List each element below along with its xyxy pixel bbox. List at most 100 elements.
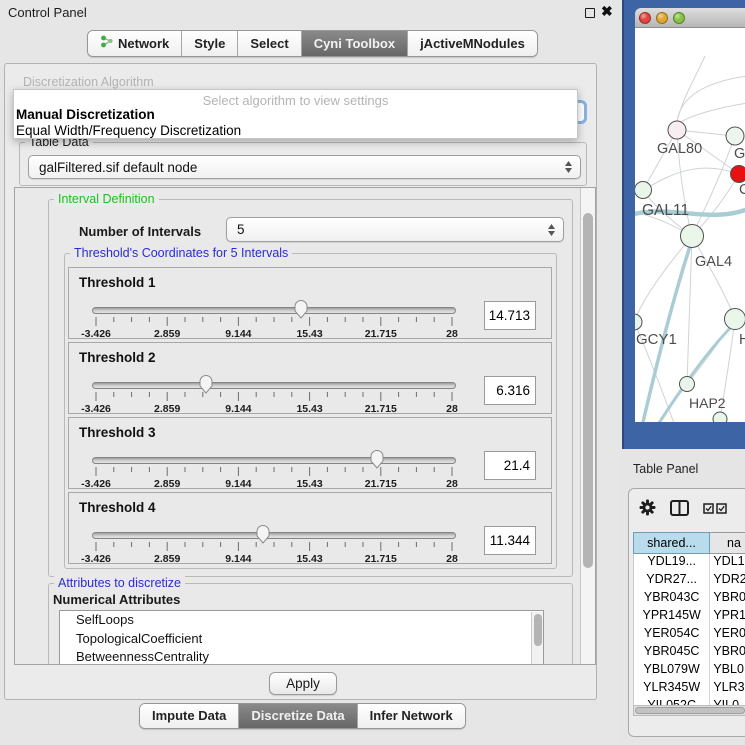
tab-impute-data[interactable]: Impute Data [140, 704, 239, 728]
network-node[interactable] [680, 377, 695, 392]
tab-cyni-toolbox[interactable]: Cyni Toolbox [302, 31, 408, 56]
cell-shared-name[interactable]: YBL079W [634, 662, 710, 680]
threshold-slider-thumb[interactable] [255, 524, 271, 544]
svg-text:28: 28 [446, 553, 458, 565]
network-node[interactable] [725, 309, 745, 330]
threshold-slider-track[interactable] [92, 532, 456, 539]
cell-name[interactable]: YBL0 [710, 662, 745, 680]
network-node[interactable] [731, 166, 745, 183]
column-header-name[interactable]: na [710, 532, 745, 554]
numerical-attributes-list[interactable]: SelfLoopsTopologicalCoefficientBetweenne… [59, 610, 544, 665]
dropdown-option-equal-width[interactable]: Equal Width/Frequency Discretization [16, 123, 241, 138]
attributes-scrollbar[interactable] [531, 612, 543, 665]
top-tab-bar: NetworkStyleSelect Cyni Toolbox jActiveMNo… [87, 30, 538, 57]
threshold-slider-track[interactable] [92, 457, 456, 464]
threshold-panel: Threshold 4-3.4262.8599.14415.4321.71528… [68, 492, 552, 564]
interval-definition-group: Interval Definition Number of Intervals … [48, 199, 573, 577]
svg-text:9.144: 9.144 [225, 403, 251, 415]
threshold-slider-track[interactable] [92, 307, 456, 314]
threshold-slider-thumb[interactable] [198, 374, 214, 394]
svg-text:28: 28 [446, 328, 458, 340]
table-row[interactable]: YER054CYER0 [634, 626, 745, 644]
checkbox-icon[interactable] [703, 501, 714, 519]
threshold-label: Threshold 3 [79, 425, 156, 440]
threshold-slider-thumb[interactable] [293, 299, 309, 319]
threshold-value-field[interactable]: 6.316 [484, 376, 536, 405]
cyni-toolbox-panel: Discretization Algorithm Select algorith… [4, 63, 597, 700]
cell-shared-name[interactable]: YDR27... [634, 572, 710, 590]
tab-style[interactable]: Style [182, 31, 238, 56]
tab-discretize-data[interactable]: Discretize Data [239, 704, 357, 728]
dropdown-option-manual[interactable]: Manual Discretization [16, 107, 155, 122]
panel-scrollbar[interactable] [580, 188, 595, 664]
cell-name[interactable]: YDL1 [710, 554, 745, 572]
network-node-label: C [739, 182, 745, 198]
table-data-combo[interactable]: galFiltered.sif default node [28, 155, 581, 179]
number-of-intervals-combo[interactable]: 5 [226, 217, 564, 242]
cell-shared-name[interactable]: YPR145W [634, 608, 710, 626]
attributes-scroll-thumb[interactable] [534, 614, 542, 646]
attribute-item[interactable]: SelfLoops [60, 611, 543, 630]
network-node[interactable] [681, 225, 704, 248]
threshold-slider-track[interactable] [92, 382, 456, 389]
threshold-value-field[interactable]: 14.713 [484, 301, 536, 330]
cell-shared-name[interactable]: YER054C [634, 626, 710, 644]
table-panel-region: Table Panel shared... na YDL19...YDL1YDR… [622, 449, 745, 745]
table-row[interactable]: YDR27...YDR2 [634, 572, 745, 590]
minimize-traffic-light[interactable] [656, 12, 668, 24]
tab-select[interactable]: Select [238, 31, 301, 56]
tab-label: Cyni Toolbox [314, 36, 395, 51]
cell-name[interactable]: YPR1 [710, 608, 745, 626]
close-traffic-light[interactable] [639, 12, 651, 24]
table-hscrollbar[interactable] [633, 705, 745, 716]
network-node[interactable] [726, 127, 744, 145]
table-row[interactable]: YLR345WYLR3 [634, 680, 745, 698]
cell-shared-name[interactable]: YIL052C [634, 698, 710, 705]
table-row[interactable]: YDL19...YDL1 [634, 554, 745, 572]
network-window-titlebar[interactable] [635, 8, 745, 28]
threshold-slider-thumb[interactable] [369, 449, 385, 469]
threshold-value-field[interactable]: 11.344 [484, 526, 536, 555]
attribute-item[interactable]: BetweennessCentrality [60, 648, 543, 665]
float-window-icon[interactable] [585, 8, 595, 18]
checkbox-icon[interactable] [716, 501, 727, 519]
network-node-label: GAL80 [657, 141, 702, 157]
table-panel: shared... na YDL19...YDL1YDR27...YDR2YBR… [628, 488, 745, 737]
tab-network[interactable]: Network [88, 31, 182, 56]
cell-shared-name[interactable]: YLR345W [634, 680, 710, 698]
cell-name[interactable]: YBR0 [710, 590, 745, 608]
cell-name[interactable]: YLR3 [710, 680, 745, 698]
tab-jactivemnodules[interactable]: jActiveMNodules [408, 31, 537, 56]
cell-shared-name[interactable]: YDL19... [634, 554, 710, 572]
threshold-value-field[interactable]: 21.4 [484, 451, 536, 480]
apply-button[interactable]: Apply [269, 672, 337, 695]
network-icon [100, 35, 113, 51]
network-node[interactable] [713, 412, 727, 422]
split-columns-icon[interactable] [670, 500, 689, 521]
table-row[interactable]: YPR145WYPR1 [634, 608, 745, 626]
table-row[interactable]: YIL052CYIL0 [634, 698, 745, 705]
table-hscroll-thumb[interactable] [635, 707, 745, 714]
cell-name[interactable]: YER0 [710, 626, 745, 644]
cell-shared-name[interactable]: YBR043C [634, 590, 710, 608]
zoom-traffic-light[interactable] [673, 12, 685, 24]
tab-infer-network[interactable]: Infer Network [358, 704, 465, 728]
cell-name[interactable]: YDR2 [710, 572, 745, 590]
cell-name[interactable]: YBR0 [710, 644, 745, 662]
gear-icon[interactable] [639, 499, 656, 521]
network-canvas[interactable]: GAL80GACGAL11GAL4GCY1HHAP2 [635, 28, 745, 422]
cell-name[interactable]: YIL0 [710, 698, 745, 705]
cell-shared-name[interactable]: YBR045C [634, 644, 710, 662]
network-node[interactable] [668, 121, 686, 139]
close-icon[interactable]: ✖ [601, 3, 613, 20]
table-row[interactable]: YBL079WYBL0 [634, 662, 745, 680]
threshold-axis: -3.4262.8599.14415.4321.71528 [73, 466, 493, 495]
svg-text:28: 28 [446, 403, 458, 415]
attribute-item[interactable]: TopologicalCoefficient [60, 630, 543, 649]
panel-scroll-thumb[interactable] [583, 213, 593, 568]
network-node[interactable] [635, 314, 642, 330]
column-header-shared-name[interactable]: shared... [633, 532, 710, 554]
table-row[interactable]: YBR045CYBR0 [634, 644, 745, 662]
network-node[interactable] [635, 182, 652, 199]
table-row[interactable]: YBR043CYBR0 [634, 590, 745, 608]
